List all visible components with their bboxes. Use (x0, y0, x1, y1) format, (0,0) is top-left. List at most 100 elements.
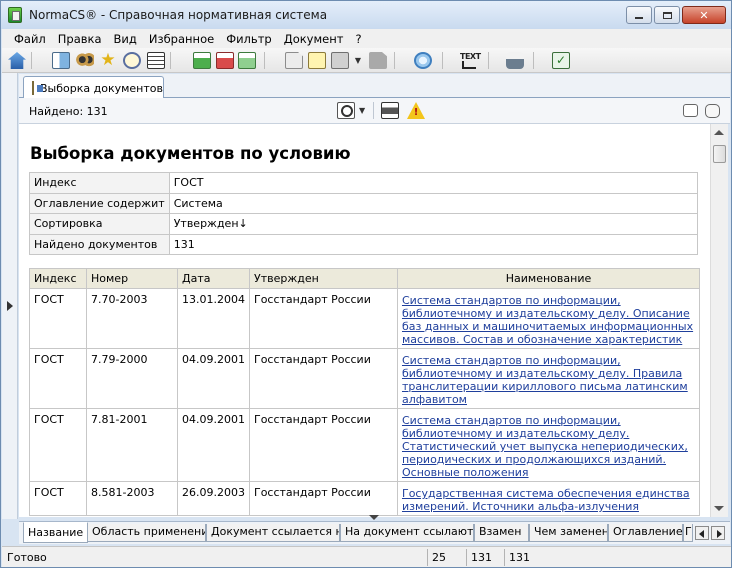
cell-date: 04.09.2001 (177, 408, 250, 482)
minimize-icon (635, 17, 643, 19)
toolbar-separator (533, 52, 534, 69)
tab-replaces[interactable]: Взамен (474, 524, 529, 542)
toolbar-separator (170, 52, 171, 69)
query-value: 131 (168, 233, 699, 255)
scroll-up-icon[interactable] (714, 130, 724, 135)
link-icon[interactable] (414, 52, 432, 69)
document-link[interactable]: Система стандартов по информации, библио… (402, 354, 688, 406)
green-doc-icon[interactable] (193, 52, 211, 69)
main-toolbar: ★ ▼ TEXT ✓ (2, 48, 731, 73)
header-number[interactable]: Номер (86, 268, 178, 289)
table-row: ГОСТ 7.79-2000 04.09.2001 Госстандарт Ро… (29, 348, 701, 409)
found-count: Найдено: 131 (29, 105, 108, 118)
scroll-down-icon[interactable] (714, 506, 724, 511)
query-row: Оглавление содержит Система (29, 192, 699, 214)
menu-document[interactable]: Документ (278, 32, 350, 46)
status-cell: 25 (427, 549, 466, 566)
tab-title[interactable]: Название (23, 522, 88, 543)
cell-index: ГОСТ (29, 288, 87, 349)
check-icon[interactable]: ✓ (552, 52, 570, 69)
cell-number: 7.70-2003 (86, 288, 178, 349)
menu-file[interactable]: Файл (8, 32, 52, 46)
menu-favorites[interactable]: Избранное (143, 32, 220, 46)
caption-buttons: ✕ (626, 6, 726, 24)
tab-contents[interactable]: Оглавление (608, 524, 683, 542)
results-toolbar: Найдено: 131 ▼ ! (19, 98, 730, 124)
maximize-icon (662, 11, 672, 19)
cell-date: 13.01.2004 (177, 288, 250, 349)
splitter-arrow-icon[interactable] (369, 515, 379, 520)
tab-referenced-by[interactable]: На документ ссылаются (340, 524, 474, 542)
header-approved[interactable]: Утвержден (248, 268, 398, 289)
zoom-icon[interactable] (337, 102, 355, 119)
zoom-dropdown-icon[interactable]: ▼ (359, 102, 367, 119)
header-date[interactable]: Дата (177, 268, 250, 289)
title-bar[interactable]: NormaCS® - Справочная нормативная систем… (1, 1, 731, 29)
page-icon[interactable] (285, 52, 303, 69)
status-cell: 131 (466, 549, 504, 566)
menu-help[interactable]: ? (349, 32, 367, 46)
menu-edit[interactable]: Правка (52, 32, 108, 46)
tab-label: Выборка документов (40, 81, 163, 95)
results-header-row: Индекс Номер Дата Утвержден Наименование (29, 268, 701, 289)
text-icon[interactable]: TEXT (460, 52, 481, 69)
menu-filter[interactable]: Фильтр (220, 32, 278, 46)
document-info-tabs: Название Область применения Документ ссы… (19, 521, 730, 544)
cell-name: Система стандартов по информации, библио… (396, 408, 701, 482)
yellow-page-icon[interactable] (308, 52, 326, 69)
dropdown-arrow-icon[interactable]: ▼ (354, 52, 362, 69)
document-link[interactable]: Система стандартов по информации, библио… (402, 414, 688, 479)
query-key: Сортировка (29, 213, 170, 235)
query-value: ГОСТ (168, 172, 699, 194)
tabs-scroll-right-icon[interactable] (711, 526, 725, 540)
document-link[interactable]: Государственная система обеспечения един… (402, 487, 690, 513)
tab-document-selection[interactable]: Выборка документов (23, 76, 164, 99)
home-icon[interactable] (8, 52, 26, 69)
green-red-doc-icon[interactable] (238, 52, 256, 69)
query-value: Утвержден↓ (168, 213, 699, 235)
status-bar: Готово 25 131 131 (2, 546, 731, 567)
close-button[interactable]: ✕ (682, 6, 726, 24)
gray-doc-icon[interactable] (369, 52, 387, 69)
warning-icon[interactable]: ! (407, 102, 425, 119)
red-doc-icon[interactable] (216, 52, 234, 69)
toolbar-separator (373, 102, 374, 119)
expand-panel-icon[interactable] (7, 301, 13, 311)
binoculars-icon[interactable] (76, 52, 94, 69)
cell-name: Система стандартов по информации, библио… (396, 348, 701, 409)
tab-replaced-by[interactable]: Чем заменен (529, 524, 608, 542)
minimize-button[interactable] (626, 6, 652, 24)
document-link[interactable]: Система стандартов по информации, библио… (402, 294, 693, 346)
tabs-scroll-left-icon[interactable] (695, 526, 709, 540)
cars-icon[interactable] (506, 52, 524, 69)
toolbar-separator (488, 52, 489, 69)
doc-list-icon[interactable] (147, 52, 165, 69)
tab-more[interactable]: Г (683, 524, 693, 542)
tab-references-to[interactable]: Документ ссылается на (206, 524, 340, 542)
cell-date: 26.09.2003 (177, 481, 250, 516)
menu-view[interactable]: Вид (108, 32, 143, 46)
left-panel-gutter[interactable] (2, 73, 18, 519)
scroll-thumb[interactable] (713, 145, 726, 163)
header-index[interactable]: Индекс (29, 268, 87, 289)
gray-page-icon[interactable] (331, 52, 349, 69)
restore-window-icon[interactable] (683, 104, 698, 117)
vertical-scrollbar[interactable] (710, 124, 728, 517)
cell-number: 8.581-2003 (86, 481, 178, 516)
star-icon[interactable]: ★ (99, 52, 117, 69)
tab-scope[interactable]: Область применения (87, 524, 206, 542)
status-text: Готово (7, 551, 47, 564)
header-name[interactable]: Наименование (396, 268, 701, 289)
results-table: Индекс Номер Дата Утвержден Наименование… (29, 268, 701, 516)
query-key: Индекс (29, 172, 170, 194)
status-cell: 131 (504, 549, 552, 566)
clock-icon[interactable] (123, 52, 141, 69)
window-icon[interactable] (705, 104, 720, 118)
app-logo-icon (8, 7, 22, 23)
tree-icon[interactable] (52, 52, 70, 69)
document-tabs: Выборка документов (19, 74, 730, 99)
table-row: ГОСТ 7.70-2003 13.01.2004 Госстандарт Ро… (29, 288, 701, 349)
cell-approved: Госстандарт России (248, 408, 398, 482)
maximize-button[interactable] (654, 6, 680, 24)
print-icon[interactable] (381, 102, 399, 119)
